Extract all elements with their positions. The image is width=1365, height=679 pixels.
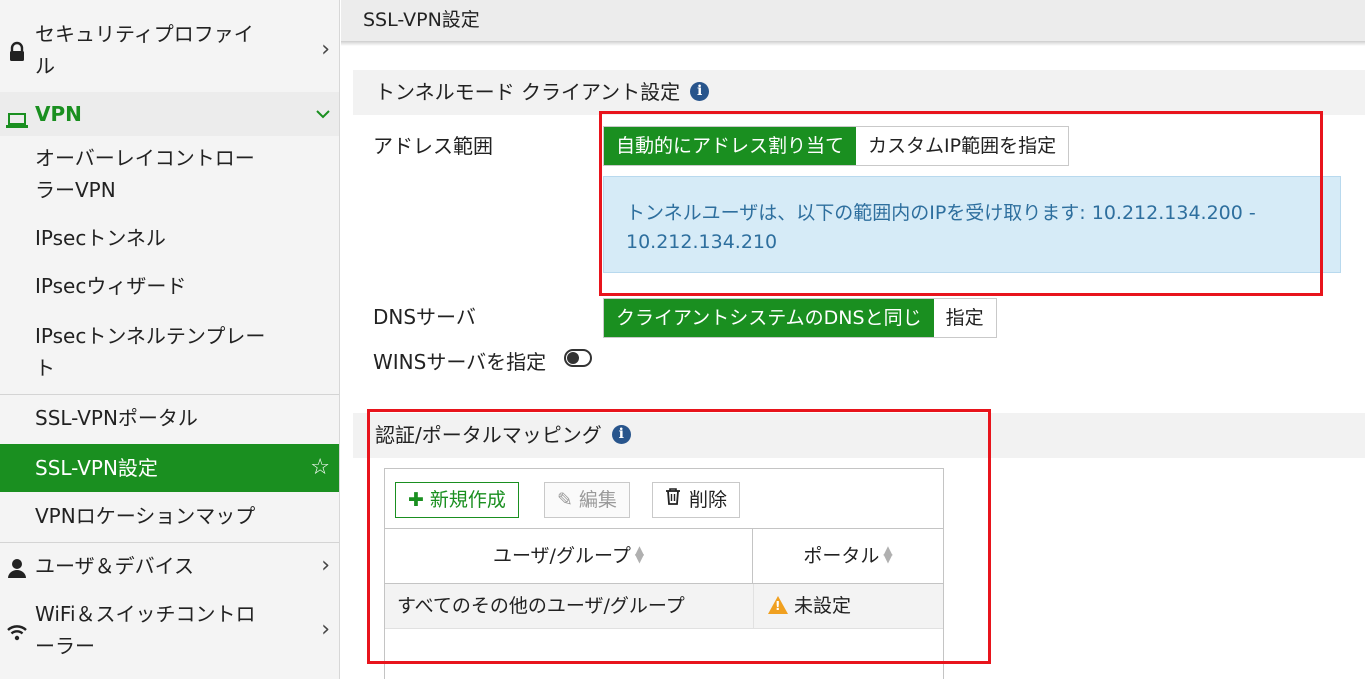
sidebar-item-label: オーバーレイコントロー (35, 146, 255, 170)
wins-server-label: WINSサーバを指定 (373, 350, 547, 374)
sidebar-item-ipsec-wizard[interactable]: IPsecウィザード (0, 270, 339, 304)
sidebar-item-ipsec-tunnel[interactable]: IPsecトンネル (0, 222, 339, 256)
sidebar-item-label: IPsecウィザード (35, 274, 187, 298)
main-panel: SSL-VPN設定 トンネルモード クライアント設定 i アドレス範囲 自動的にア… (341, 0, 1365, 679)
sidebar-item-security-profile[interactable]: セキュリティプロファイ ル › (0, 18, 339, 86)
sidebar-item-label-cont: ラーVPN (35, 178, 116, 202)
sidebar-item-label: SSL-VPN設定 (35, 456, 158, 480)
sidebar-item-label: セキュリティプロファイ (35, 22, 254, 46)
toggle-knob (567, 352, 579, 364)
laptop-icon (6, 103, 28, 128)
sidebar-item-vpn[interactable]: VPN (0, 92, 339, 136)
chevron-down-icon (316, 92, 330, 136)
divider (0, 542, 339, 543)
sidebar-item-label-cont: ル (35, 54, 55, 78)
sidebar-item-label: WiFi＆スイッチコントロ (35, 602, 256, 626)
page-title: SSL-VPN設定 (341, 0, 1365, 42)
dns-specify-option[interactable]: 指定 (933, 299, 996, 337)
lock-icon (6, 40, 28, 62)
sidebar-item-ssl-vpn-portal[interactable]: SSL-VPNポータル (0, 402, 339, 436)
user-icon (6, 556, 28, 578)
divider (0, 394, 339, 395)
dns-server-label: DNSサーバ (373, 305, 476, 329)
sidebar-item-label-cont: ト (35, 356, 55, 380)
highlight-box-address (599, 111, 1323, 296)
title-shadow (341, 42, 1365, 46)
info-icon[interactable]: i (690, 82, 710, 101)
dns-server-toggle: クライアントシステムのDNSと同じ 指定 (603, 298, 997, 338)
sidebar-item-label: VPNロケーションマップ (35, 504, 256, 528)
sidebar-item-label-cont: ーラー (35, 634, 95, 658)
wifi-icon (6, 620, 28, 642)
chevron-right-icon: › (321, 553, 330, 578)
sidebar-item-overlay-controller-vpn[interactable]: オーバーレイコントロー ラーVPN (0, 142, 339, 208)
sidebar-item-label: SSL-VPNポータル (35, 406, 198, 430)
sidebar-item-label: IPsecトンネル (35, 226, 166, 250)
section-header-tunnel-mode: トンネルモード クライアント設定 i (353, 70, 1365, 115)
sidebar-item-wifi-switch-controller[interactable]: WiFi＆スイッチコントロ ーラー › (0, 598, 339, 664)
address-range-label: アドレス範囲 (373, 134, 493, 158)
highlight-box-mapping (367, 409, 991, 664)
chevron-right-icon: › (321, 37, 330, 62)
sidebar-item-label: IPsecトンネルテンプレー (35, 324, 266, 348)
section-title: トンネルモード クライアント設定 (375, 80, 681, 104)
sidebar-item-label: ユーザ＆デバイス (35, 554, 194, 578)
sidebar-item-ipsec-tunnel-template[interactable]: IPsecトンネルテンプレー ト (0, 320, 339, 386)
sidebar-item-users-devices[interactable]: ユーザ＆デバイス › (0, 550, 339, 584)
dns-same-as-client-option[interactable]: クライアントシステムのDNSと同じ (604, 299, 934, 337)
wins-server-toggle[interactable] (564, 349, 592, 367)
sidebar: セキュリティプロファイ ル › VPN オーバーレイコントロー ラーVPN IP… (0, 0, 340, 679)
sidebar-item-label: VPN (35, 102, 82, 126)
star-icon[interactable]: ☆ (310, 444, 330, 492)
sidebar-item-ssl-vpn-settings[interactable]: SSL-VPN設定 ☆ (0, 444, 339, 492)
sidebar-item-vpn-location-map[interactable]: VPNロケーションマップ (0, 500, 339, 534)
chevron-right-icon: › (321, 617, 330, 642)
